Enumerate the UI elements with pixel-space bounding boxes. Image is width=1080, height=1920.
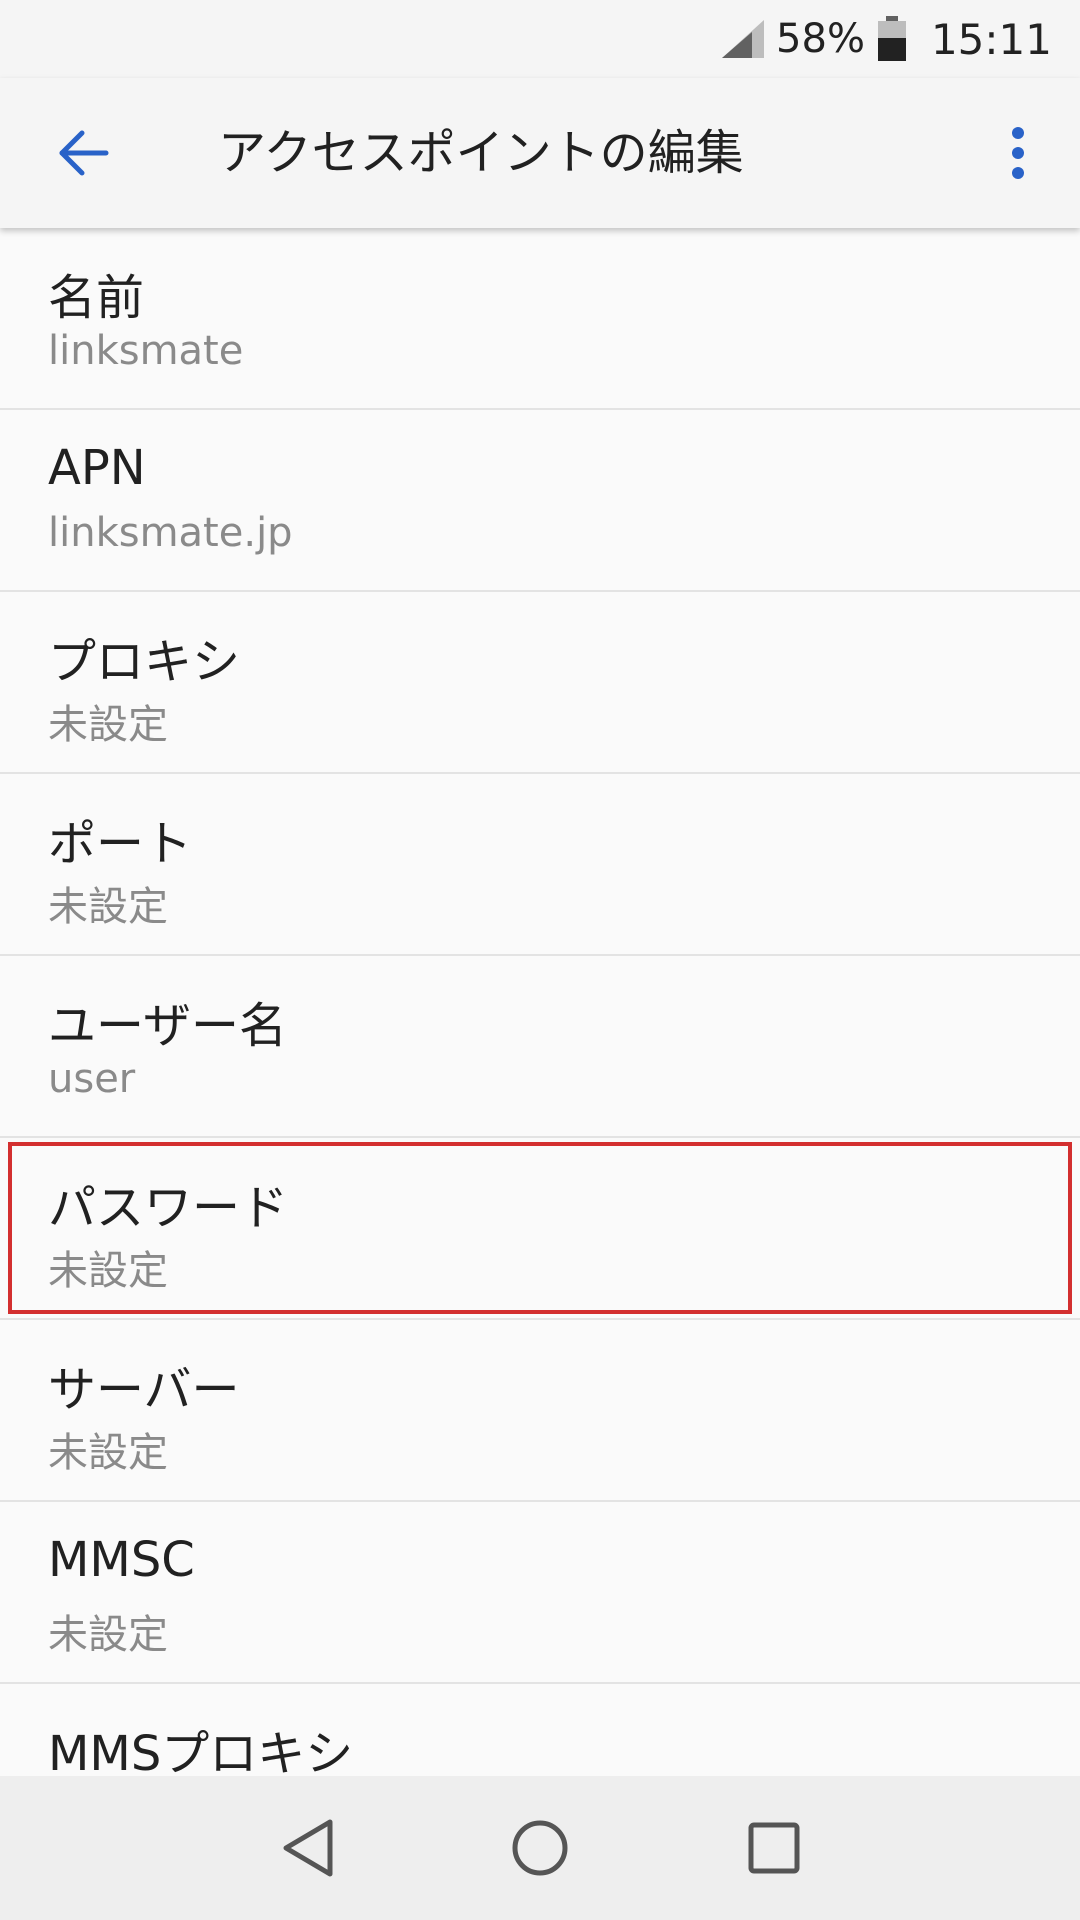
- setting-mms-proxy[interactable]: MMSプロキシ: [0, 1684, 1080, 1776]
- setting-value: linksmate.jp: [48, 510, 293, 556]
- setting-port[interactable]: ポート 未設定: [0, 774, 1080, 956]
- setting-title: MMSC: [48, 1532, 195, 1588]
- setting-title: プロキシ: [48, 634, 241, 690]
- signal-icon: [722, 20, 765, 58]
- arrow-back-icon: [59, 130, 109, 176]
- setting-title: 名前: [48, 270, 145, 326]
- app-bar: アクセスポイントの編集: [0, 78, 1080, 228]
- battery-percent: 58%: [776, 16, 865, 62]
- setting-title: ユーザー名: [48, 998, 288, 1054]
- setting-value: 未設定: [48, 1248, 168, 1294]
- setting-value: user: [48, 1056, 136, 1102]
- setting-server[interactable]: サーバー 未設定: [0, 1320, 1080, 1502]
- setting-value: 未設定: [48, 1430, 168, 1476]
- setting-value: 未設定: [48, 702, 168, 748]
- setting-value: 未設定: [48, 1612, 168, 1658]
- setting-value: linksmate: [48, 328, 244, 374]
- setting-password[interactable]: パスワード 未設定: [0, 1138, 1080, 1320]
- battery-icon: [877, 16, 906, 61]
- nav-home-button[interactable]: [490, 1798, 590, 1898]
- setting-title: パスワード: [48, 1180, 289, 1236]
- page-title: アクセスポイントの編集: [218, 125, 744, 181]
- setting-apn[interactable]: APN linksmate.jp: [0, 410, 1080, 592]
- home-circle-icon: [512, 1820, 568, 1876]
- setting-title: APN: [48, 440, 146, 496]
- clock: 15:11: [930, 14, 1052, 64]
- nav-recents-button[interactable]: [724, 1798, 824, 1898]
- recents-square-icon: [748, 1822, 800, 1874]
- setting-title: サーバー: [48, 1362, 240, 1418]
- setting-proxy[interactable]: プロキシ 未設定: [0, 592, 1080, 774]
- navigation-bar: [0, 1776, 1080, 1920]
- more-options-button[interactable]: [986, 114, 1050, 192]
- status-bar: 58% 15:11: [0, 0, 1080, 78]
- back-button[interactable]: [42, 114, 126, 192]
- setting-mmsc[interactable]: MMSC 未設定: [0, 1502, 1080, 1684]
- back-triangle-icon: [283, 1819, 333, 1877]
- setting-name[interactable]: 名前 linksmate: [0, 228, 1080, 410]
- more-vert-icon: [1012, 127, 1024, 179]
- nav-back-button[interactable]: [258, 1798, 358, 1898]
- setting-username[interactable]: ユーザー名 user: [0, 956, 1080, 1138]
- setting-title: ポート: [48, 816, 193, 872]
- setting-value: 未設定: [48, 884, 168, 930]
- settings-list: 名前 linksmate APN linksmate.jp プロキシ 未設定 ポ…: [0, 228, 1080, 1776]
- setting-title: MMSプロキシ: [48, 1726, 354, 1776]
